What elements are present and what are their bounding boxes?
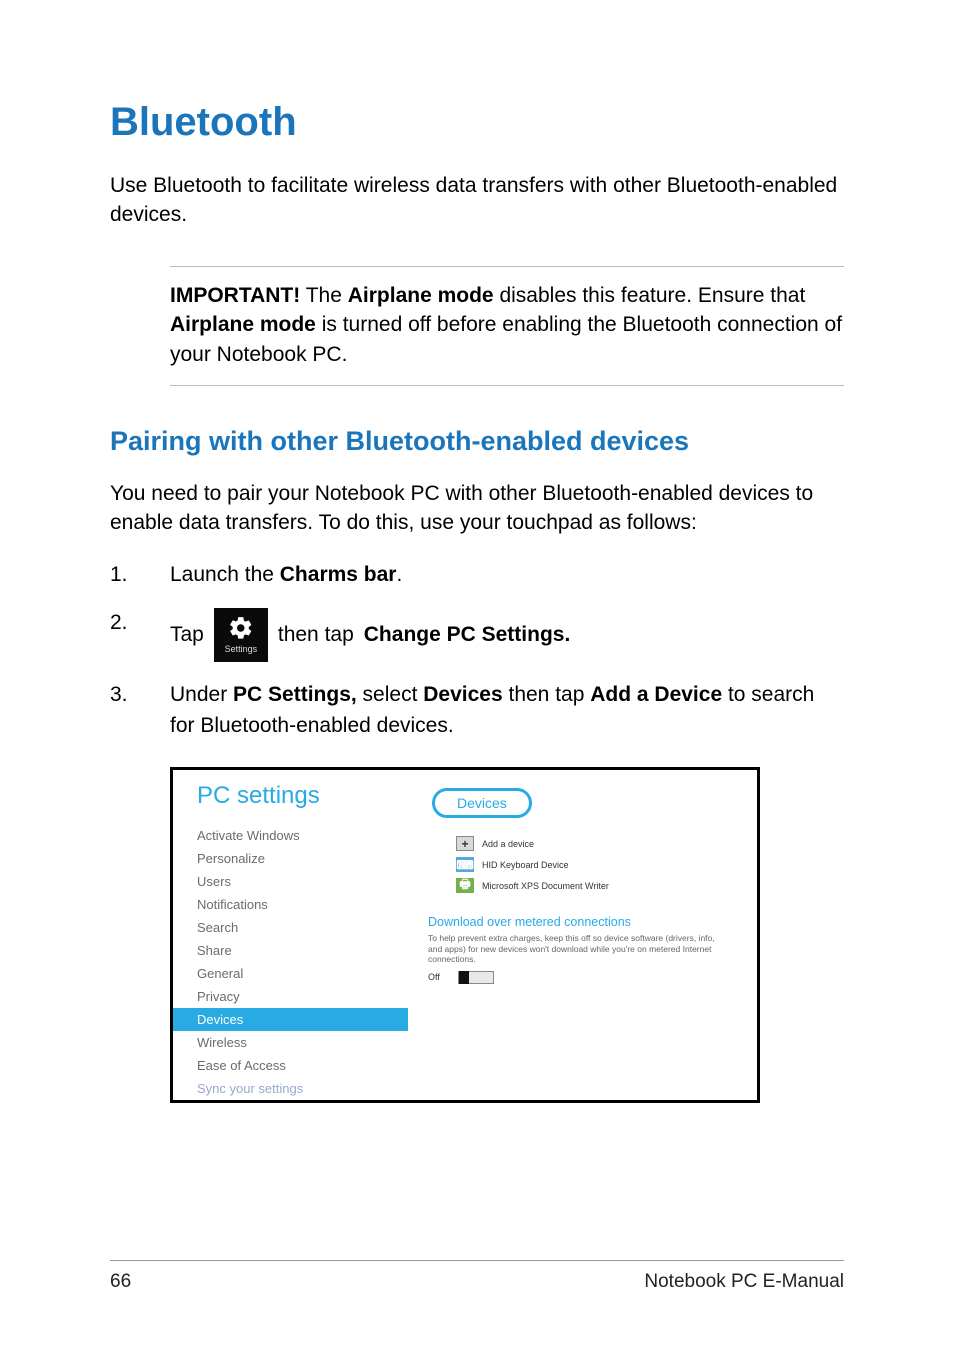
pc-settings-content: Devices + Add a device ⌨ HID Keyboard De… bbox=[408, 770, 757, 1100]
device-row-printer[interactable]: 🖶 Microsoft XPS Document Writer bbox=[456, 878, 737, 893]
device-label: HID Keyboard Device bbox=[482, 860, 569, 870]
charms-bar-label: Charms bar bbox=[280, 563, 397, 586]
gear-icon bbox=[228, 615, 254, 641]
step-2: 2. Tap Settings then tap Change PC Setti… bbox=[110, 608, 844, 662]
step-text: Under PC Settings, select Devices then t… bbox=[170, 680, 844, 741]
page-number: 66 bbox=[110, 1271, 131, 1293]
steps-list: 1. Launch the Charms bar. 2. Tap Setting… bbox=[110, 560, 844, 759]
pc-settings-sidebar: PC settings Activate Windows Personalize… bbox=[173, 770, 408, 1100]
settings-charm-tile: Settings bbox=[214, 608, 268, 662]
devices-pane-title: Devices bbox=[432, 788, 532, 818]
step-1: 1. Launch the Charms bar. bbox=[110, 560, 844, 590]
device-label: Microsoft XPS Document Writer bbox=[482, 881, 609, 891]
section-heading-bluetooth: Bluetooth bbox=[110, 100, 844, 145]
printer-icon: 🖶 bbox=[456, 878, 474, 893]
sidebar-item-users[interactable]: Users bbox=[197, 870, 408, 893]
sidebar-item-general[interactable]: General bbox=[197, 962, 408, 985]
add-device-label: Add a device bbox=[482, 839, 534, 849]
metered-description: To help prevent extra charges, keep this… bbox=[428, 933, 718, 965]
sidebar-item-activate-windows[interactable]: Activate Windows bbox=[197, 824, 408, 847]
plus-icon: + bbox=[456, 836, 474, 851]
step-text: Launch the Charms bar. bbox=[170, 560, 844, 590]
sidebar-item-wireless[interactable]: Wireless bbox=[197, 1031, 408, 1054]
step-number: 1. bbox=[110, 560, 170, 590]
pc-settings-label: PC Settings, bbox=[233, 683, 357, 706]
callout-text: disables this feature. Ensure that bbox=[494, 284, 806, 307]
settings-tile-label: Settings bbox=[225, 643, 258, 656]
sidebar-item-personalize[interactable]: Personalize bbox=[197, 847, 408, 870]
footer-title: Notebook PC E-Manual bbox=[644, 1271, 844, 1293]
toggle-state-label: Off bbox=[428, 972, 440, 982]
sidebar-item-ease-of-access[interactable]: Ease of Access bbox=[197, 1054, 408, 1077]
important-callout: IMPORTANT! The Airplane mode disables th… bbox=[170, 266, 844, 386]
pairing-intro: You need to pair your Notebook PC with o… bbox=[110, 479, 844, 538]
keyboard-icon: ⌨ bbox=[456, 857, 474, 872]
change-pc-settings-label: Change PC Settings. bbox=[364, 620, 571, 650]
metered-toggle-row: Off bbox=[428, 971, 737, 984]
step-number: 3. bbox=[110, 680, 170, 710]
callout-bold-2: Airplane mode bbox=[170, 313, 316, 336]
pc-settings-title: PC settings bbox=[197, 782, 408, 810]
subsection-heading-pairing: Pairing with other Bluetooth-enabled dev… bbox=[110, 426, 844, 457]
callout-text: The bbox=[300, 284, 347, 307]
sidebar-item-privacy[interactable]: Privacy bbox=[197, 985, 408, 1008]
sidebar-item-search[interactable]: Search bbox=[197, 916, 408, 939]
add-device-row[interactable]: + Add a device bbox=[456, 836, 737, 851]
add-a-device-label: Add a Device bbox=[590, 683, 722, 706]
device-row-keyboard[interactable]: ⌨ HID Keyboard Device bbox=[456, 857, 737, 872]
step-3: 3. Under PC Settings, select Devices the… bbox=[110, 680, 844, 741]
sidebar-item-notifications[interactable]: Notifications bbox=[197, 893, 408, 916]
devices-label: Devices bbox=[423, 683, 502, 706]
metered-heading: Download over metered connections bbox=[428, 915, 737, 929]
sidebar-item-devices[interactable]: Devices bbox=[173, 1008, 408, 1031]
callout-bold-1: Airplane mode bbox=[348, 284, 494, 307]
callout-lead: IMPORTANT! bbox=[170, 284, 300, 307]
page-footer: 66 Notebook PC E-Manual bbox=[110, 1260, 844, 1293]
sidebar-item-share[interactable]: Share bbox=[197, 939, 408, 962]
step-text: Tap Settings then tap Change PC Settings… bbox=[170, 608, 844, 662]
sidebar-item-sync-settings[interactable]: Sync your settings bbox=[197, 1077, 408, 1100]
step-number: 2. bbox=[110, 608, 170, 638]
pc-settings-screenshot: PC settings Activate Windows Personalize… bbox=[170, 767, 760, 1103]
manual-page: Bluetooth Use Bluetooth to facilitate wi… bbox=[0, 0, 954, 1345]
intro-paragraph: Use Bluetooth to facilitate wireless dat… bbox=[110, 171, 844, 230]
metered-toggle[interactable] bbox=[458, 971, 494, 984]
